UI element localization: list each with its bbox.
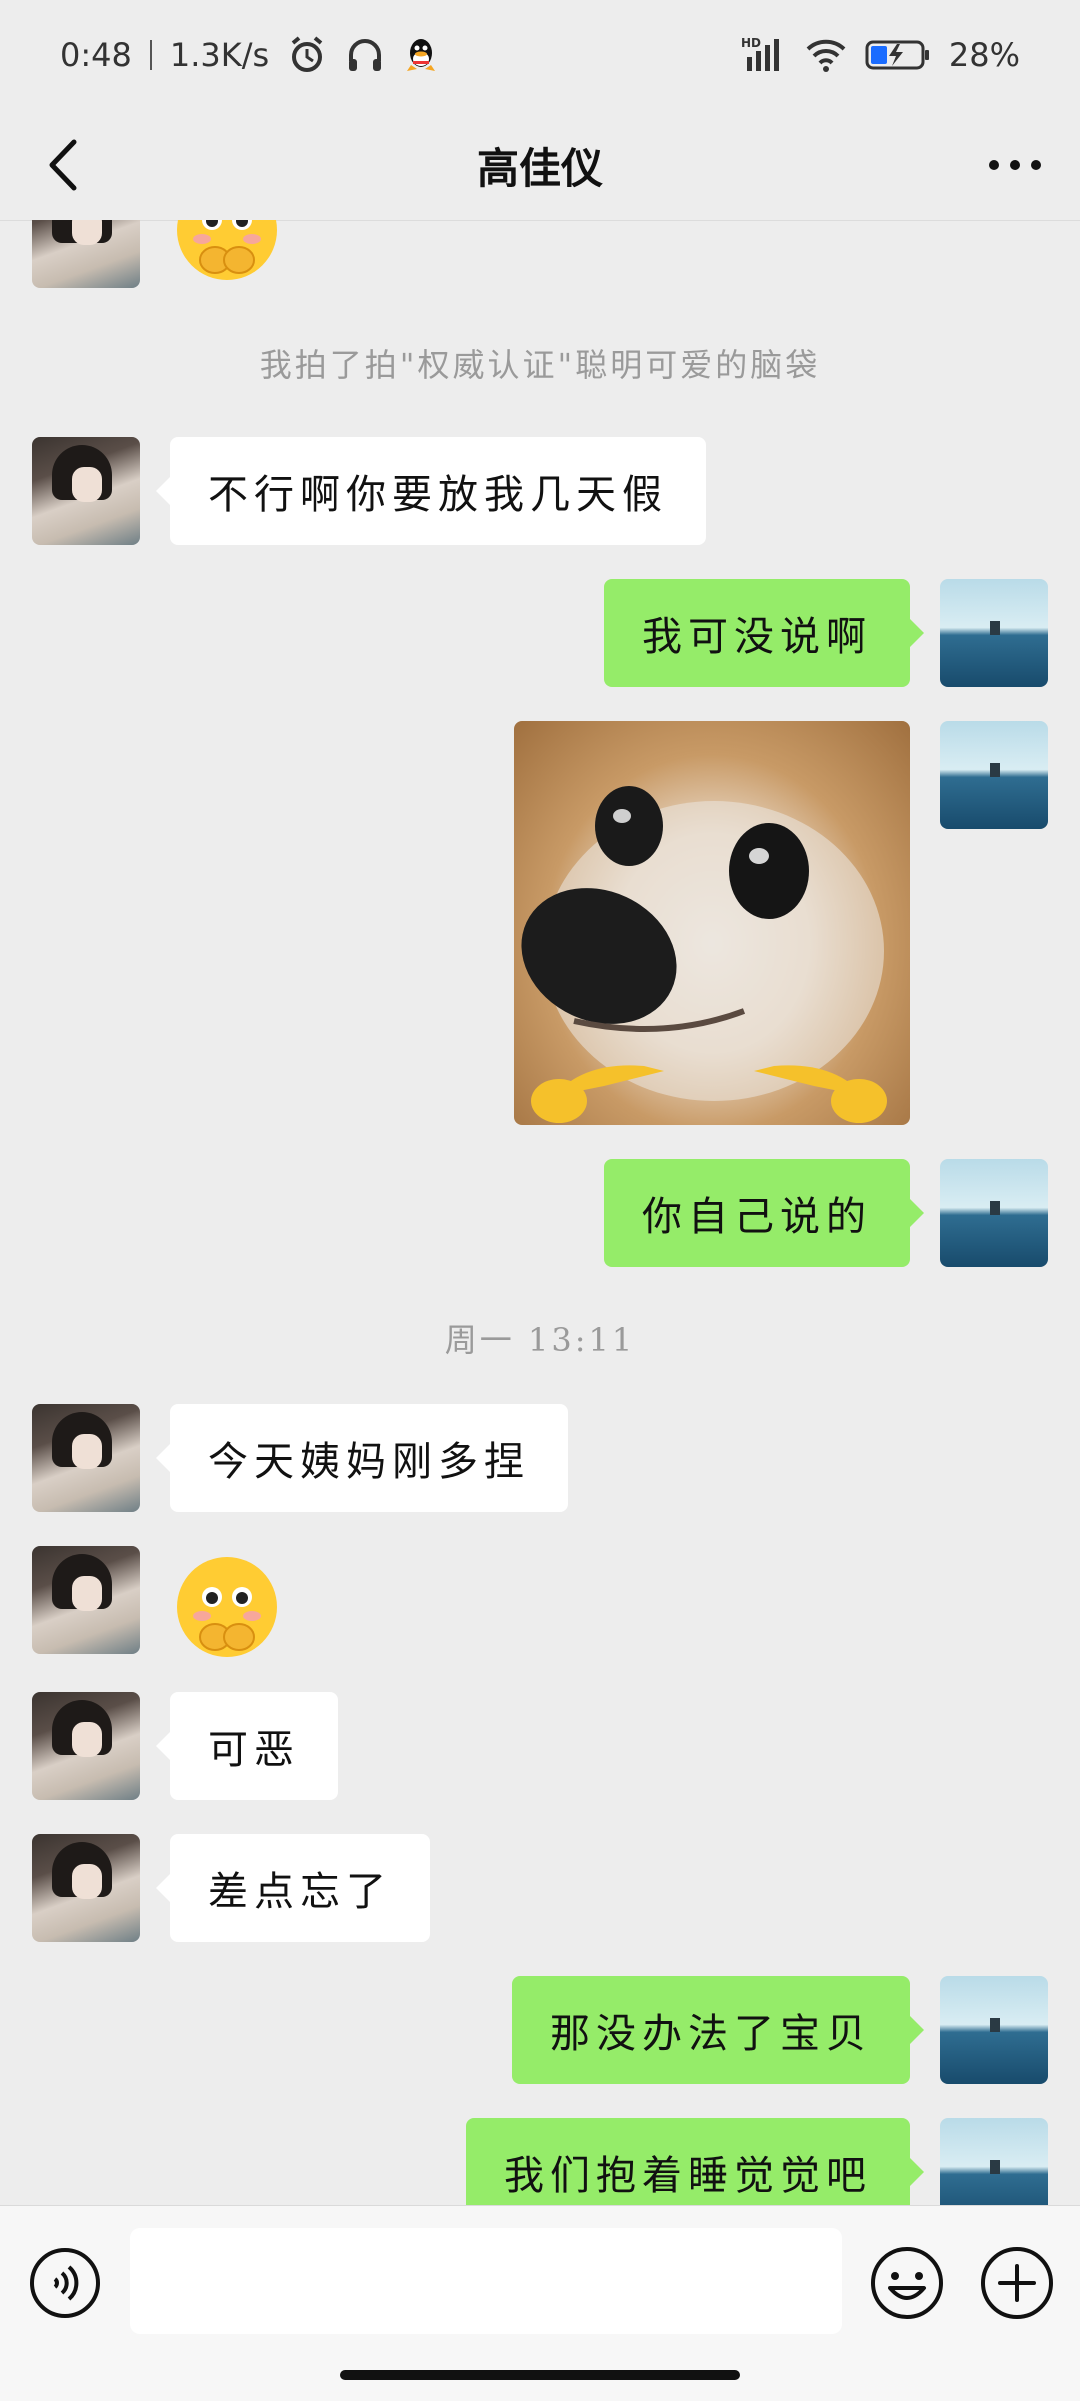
- message-row: [0, 721, 1080, 1125]
- message-row: 我们抱着睡觉觉吧: [0, 2118, 1080, 2205]
- sent-message-bubble[interactable]: 我们抱着睡觉觉吧: [466, 2118, 924, 2205]
- contact-avatar[interactable]: [32, 1834, 140, 1942]
- more-dots-icon: [989, 160, 1041, 170]
- more-options-button[interactable]: [980, 130, 1050, 200]
- chevron-left-icon: [49, 139, 77, 191]
- status-time: 0:48: [60, 36, 132, 74]
- chat-header: 高佳仪: [0, 110, 1080, 221]
- contact-avatar[interactable]: [32, 437, 140, 545]
- voice-input-button[interactable]: [28, 2246, 102, 2320]
- message-row: 可恶: [0, 1692, 1080, 1800]
- received-message-bubble[interactable]: 可恶: [156, 1692, 338, 1800]
- my-avatar[interactable]: [940, 579, 1048, 687]
- cellular-signal-icon: HD: [741, 35, 787, 75]
- received-message-bubble[interactable]: 不行啊你要放我几天假: [156, 437, 706, 545]
- message-timestamp: 周一 13:11: [444, 1321, 636, 1359]
- qq-icon: [403, 35, 439, 75]
- sent-message-bubble[interactable]: 我可没说啊: [604, 579, 924, 687]
- status-left: 0:48 1.3K/s: [60, 35, 439, 75]
- contact-avatar[interactable]: [32, 1692, 140, 1800]
- wifi-icon: [805, 35, 847, 75]
- shy-face-emoji-icon[interactable]: [172, 220, 282, 285]
- headphones-icon: [345, 35, 385, 75]
- message-row: 我可没说啊: [0, 579, 1080, 687]
- status-divider: [149, 40, 152, 70]
- message-row: 不行啊你要放我几天假: [0, 437, 1080, 545]
- sent-message-bubble[interactable]: 那没办法了宝贝: [512, 1976, 924, 2084]
- alarm-icon: [287, 35, 327, 75]
- message-row: 今天姨妈刚多捏: [0, 1404, 1080, 1512]
- sent-message-bubble[interactable]: 你自己说的: [604, 1159, 924, 1267]
- message-row: 那没办法了宝贝: [0, 1976, 1080, 2084]
- my-avatar[interactable]: [940, 1159, 1048, 1267]
- sent-sticker-image[interactable]: [514, 721, 910, 1125]
- my-avatar[interactable]: [940, 2118, 1048, 2205]
- system-pat-notice: 我拍了拍"权威认证"聪明可爱的脑袋: [259, 346, 821, 384]
- message-row: [0, 220, 1080, 290]
- received-message-bubble[interactable]: 今天姨妈刚多捏: [156, 1404, 568, 1512]
- message-row: [0, 1546, 1080, 1657]
- received-message-bubble[interactable]: 差点忘了: [156, 1834, 430, 1942]
- chat-message-list[interactable]: 我拍了拍"权威认证"聪明可爱的脑袋 不行啊你要放我几天假 我可没说啊 你自己说的…: [0, 220, 1080, 2205]
- message-row: 你自己说的: [0, 1159, 1080, 1267]
- my-avatar[interactable]: [940, 721, 1048, 829]
- shy-face-emoji-icon[interactable]: [172, 1552, 282, 1662]
- smiley-face-icon: [871, 2247, 943, 2319]
- svg-text:HD: HD: [741, 36, 761, 50]
- message-text-input[interactable]: [130, 2228, 842, 2334]
- network-speed: 1.3K/s: [169, 36, 270, 74]
- emoji-button[interactable]: [868, 2244, 946, 2322]
- status-right: HD 28%: [741, 35, 1020, 75]
- message-row: 差点忘了: [0, 1834, 1080, 1942]
- my-avatar[interactable]: [940, 1976, 1048, 2084]
- dog-sticker-image: [521, 786, 887, 1123]
- contact-avatar[interactable]: [32, 1546, 140, 1654]
- back-button[interactable]: [30, 130, 100, 200]
- home-indicator[interactable]: [340, 2370, 740, 2380]
- contact-avatar[interactable]: [32, 220, 140, 288]
- more-functions-button[interactable]: [978, 2244, 1056, 2322]
- status-bar: 0:48 1.3K/s HD 28%: [0, 0, 1080, 110]
- voice-icon: [30, 2248, 100, 2318]
- battery-icon: [865, 38, 931, 72]
- contact-avatar[interactable]: [32, 1404, 140, 1512]
- chat-title: 高佳仪: [476, 143, 603, 193]
- plus-circle-icon: [981, 2247, 1053, 2319]
- battery-percent: 28%: [948, 36, 1020, 74]
